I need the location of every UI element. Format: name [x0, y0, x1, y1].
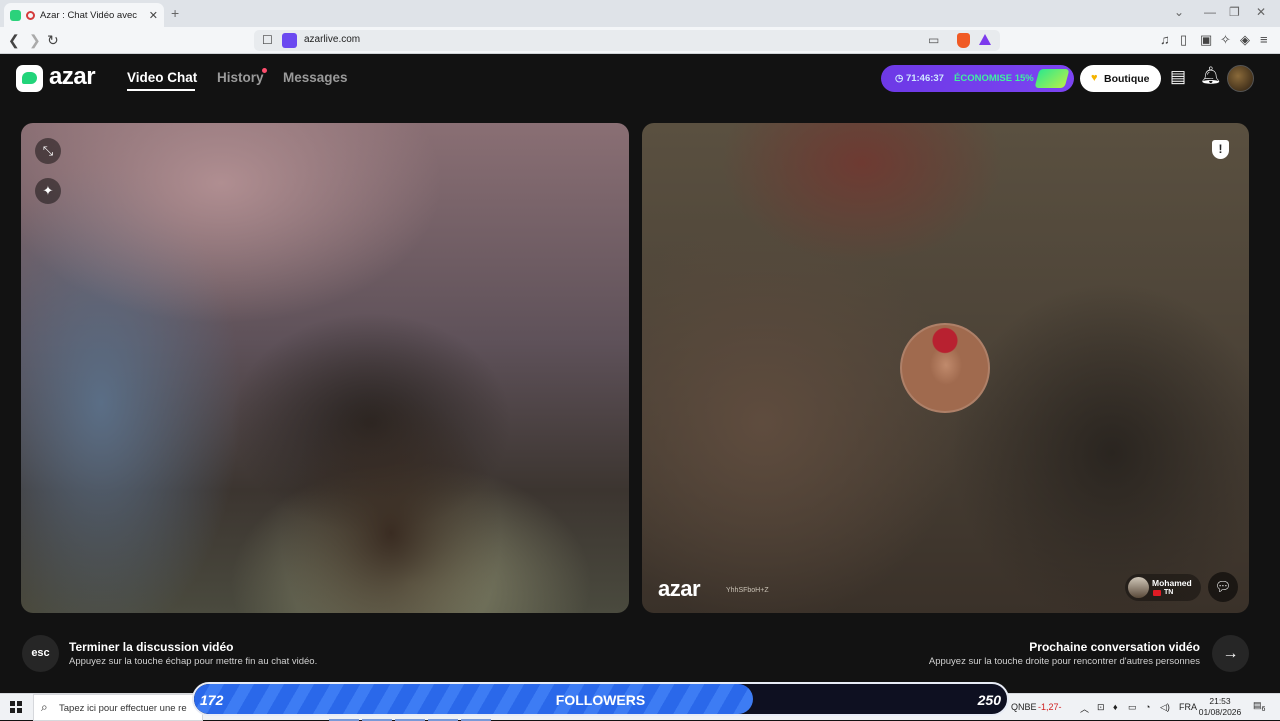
partner-video: ! azar YhhSFboH+Z Mohamed TN 💬︎ [642, 123, 1249, 613]
wifi-icon[interactable]: ◔ [1145, 702, 1150, 712]
tab-search-icon[interactable]: ⌄ [1174, 5, 1184, 19]
taskbar-search[interactable]: ⌕ Tapez ici pour effectuer une re [33, 694, 203, 721]
site-info-icon[interactable] [282, 33, 297, 48]
next-chat-title: Prochaine conversation vidéo [1029, 640, 1200, 654]
collapse-icon[interactable]: ⤡ [35, 138, 61, 164]
leo-ai-icon[interactable]: ✧ [1220, 32, 1231, 48]
nav-messages[interactable]: Messages [283, 70, 348, 85]
clock-date: 01/08/2026 [1198, 707, 1242, 717]
bell-icon[interactable]: 🔔︎ [1200, 66, 1222, 86]
recording-icon [26, 10, 35, 20]
app-header: azar Video Chat History Messages ◷ 71:46… [0, 54, 1280, 102]
windows-start-icon[interactable] [10, 701, 22, 713]
boutique-button[interactable]: ♥ Boutique [1080, 65, 1161, 92]
new-tab-button[interactable]: + [171, 5, 179, 21]
followers-target: 250 [977, 692, 1001, 708]
promo-timer: ◷ 71:46:37 [895, 73, 944, 84]
microphone-icon[interactable]: ♦ [1113, 702, 1118, 712]
minimize-icon[interactable]: — [1204, 5, 1216, 19]
promo-banner[interactable]: ◷ 71:46:37 ÉCONOMISE 15% [881, 65, 1074, 92]
tray-overflow-icon[interactable]: ︿ [1080, 702, 1089, 715]
display-icon[interactable]: ▭ [1128, 702, 1137, 713]
boutique-label: Boutique [1104, 73, 1150, 85]
nav-history[interactable]: History [217, 70, 264, 85]
vpn-shield-icon[interactable]: ◈ [1240, 32, 1250, 48]
end-chat-title: Terminer la discussion vidéo [69, 640, 234, 654]
wallet-icon[interactable]: ▣ [1200, 32, 1212, 48]
gem-icon [1034, 69, 1070, 88]
followers-goal-bar: 172 FOLLOWERS 250 [192, 682, 1009, 716]
magic-wand-icon[interactable]: ✦ [35, 178, 61, 204]
tab-title: Azar : Chat Vidéo avec de no [40, 9, 140, 21]
partner-profile-picture [900, 323, 990, 413]
notification-center-icon[interactable]: ▤6 [1253, 700, 1265, 713]
end-chat-subtitle: Appuyez sur la touche échap pour mettre … [69, 656, 318, 667]
history-notification-dot [262, 68, 267, 73]
forward-icon[interactable]: ❯ [29, 32, 41, 49]
close-tab-icon[interactable]: ✕ [149, 9, 158, 22]
followers-label: FOLLOWERS [555, 692, 646, 708]
report-shield-icon[interactable]: ! [1212, 140, 1229, 159]
heart-gem-icon: ♥ [1091, 72, 1098, 84]
address-bar-row: ❮ ❯ ↻ ☐ azarlive.com ▭ ♫ ▯ ▣ ✧ ◈ ≡ [0, 27, 1280, 54]
language-indicator[interactable]: FRA [1179, 702, 1197, 712]
azar-watermark: azar [658, 576, 701, 601]
search-icon: ⌕ [41, 700, 48, 714]
partner-country: TN [1164, 589, 1174, 596]
partner-name: Mohamed [1152, 578, 1192, 588]
next-arrow-button[interactable]: → [1212, 635, 1249, 672]
azar-logo-icon[interactable] [16, 65, 43, 92]
close-window-icon[interactable]: ✕ [1256, 5, 1266, 19]
clock-time: 21:53 [1209, 696, 1231, 706]
taskbar-search-placeholder[interactable]: Tapez ici pour effectuer une re [59, 703, 199, 714]
promo-label: ÉCONOMISE 15% [954, 73, 1034, 84]
volume-icon[interactable]: ◁) [1160, 702, 1170, 713]
brave-rewards-icon[interactable] [979, 34, 991, 45]
sidebar-icon[interactable]: ▯ [1180, 32, 1187, 48]
stock-change: -1,27- [1038, 702, 1062, 712]
next-chat-subtitle: Appuyez sur la touche droite pour rencon… [928, 656, 1200, 667]
browser-tab[interactable]: Azar : Chat Vidéo avec de no ✕ [4, 3, 164, 27]
partner-info-chip[interactable]: Mohamed TN [1125, 574, 1201, 601]
self-video: ⤡ ✦ [21, 123, 629, 613]
avatar[interactable] [1227, 65, 1254, 92]
browser-tab-bar: Azar : Chat Vidéo avec de no ✕ + ⌄ — ❐ ✕ [0, 0, 1280, 27]
url-text[interactable]: azarlive.com [304, 34, 360, 45]
reload-icon[interactable]: ↻ [47, 32, 59, 49]
partner-avatar [1128, 577, 1149, 598]
network-icon[interactable]: ⊡ [1097, 702, 1105, 713]
store-icon[interactable]: ▤ [1170, 67, 1186, 87]
active-nav-underline [127, 89, 195, 91]
restore-icon[interactable]: ❐ [1229, 5, 1240, 19]
stock-ticker[interactable]: QNBE [1011, 702, 1037, 712]
notification-count: 6 [1261, 705, 1266, 713]
azar-favicon-icon [10, 9, 21, 21]
url-field[interactable]: ☐ azarlive.com ▭ [254, 30, 1000, 51]
brave-shield-icon[interactable] [957, 33, 970, 48]
azar-logo[interactable]: azar [49, 63, 96, 91]
nav-video-chat[interactable]: Video Chat [127, 70, 197, 85]
tunisia-flag-icon [1153, 590, 1161, 596]
watermark-id: YhhSFboH+Z [726, 587, 769, 594]
esc-button[interactable]: esc [22, 635, 59, 672]
cast-icon[interactable]: ▭ [928, 33, 939, 47]
taskbar-clock[interactable]: 21:53 01/08/2026 [1198, 696, 1242, 718]
bookmark-icon[interactable]: ☐ [262, 33, 273, 47]
back-icon[interactable]: ❮ [8, 32, 20, 49]
menu-icon[interactable]: ≡ [1260, 32, 1268, 47]
chat-bubble-icon[interactable]: 💬︎ [1208, 572, 1238, 602]
media-icon[interactable]: ♫ [1160, 32, 1170, 47]
